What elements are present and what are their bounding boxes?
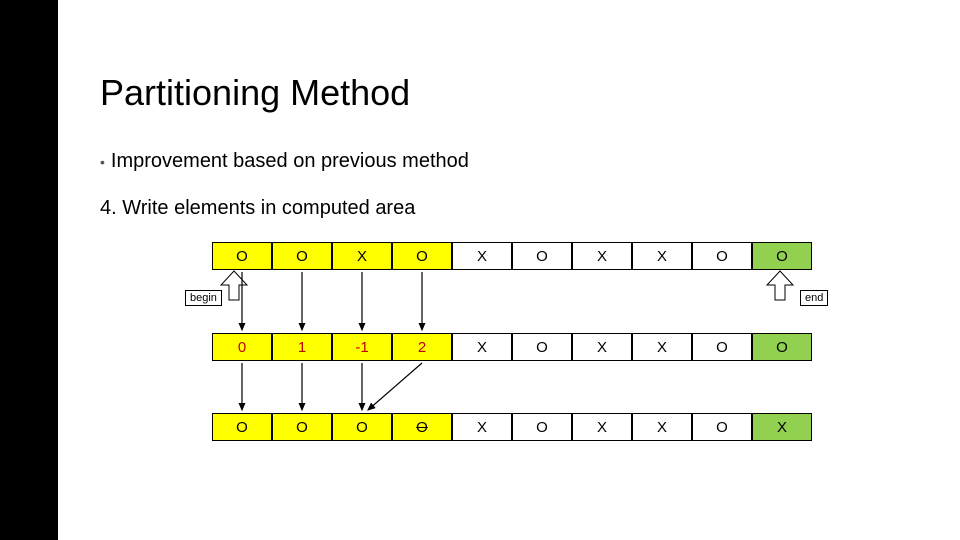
array-row-output: OOOOXOXXOX (212, 413, 812, 441)
cell: O (752, 242, 812, 270)
cell: O (512, 413, 572, 441)
cell: O (272, 242, 332, 270)
cell: O (212, 242, 272, 270)
cell: 0 (212, 333, 272, 361)
cell: X (572, 413, 632, 441)
slide: Partitioning Method •Improvement based o… (0, 0, 960, 540)
array-row-offsets: 01-12XOXXOO (212, 333, 812, 361)
cell: O (692, 242, 752, 270)
cell: X (632, 413, 692, 441)
bullet-line: •Improvement based on previous method (100, 150, 469, 173)
cell: O (332, 413, 392, 441)
cell: -1 (332, 333, 392, 361)
cell: O (272, 413, 332, 441)
cell: O (752, 333, 812, 361)
step-text: 4. Write elements in computed area (100, 197, 415, 220)
side-stripe (0, 0, 58, 540)
cell: X (632, 242, 692, 270)
cell: X (332, 242, 392, 270)
cell: X (452, 333, 512, 361)
cell: X (572, 242, 632, 270)
cell: O (392, 242, 452, 270)
cell: O (692, 333, 752, 361)
slide-title: Partitioning Method (100, 72, 410, 114)
cell: O (512, 333, 572, 361)
cell: X (632, 333, 692, 361)
cell: X (752, 413, 812, 441)
cell: X (452, 413, 512, 441)
bullet-text: Improvement based on previous method (111, 150, 469, 172)
label-begin: begin (185, 290, 222, 306)
cell: O (512, 242, 572, 270)
label-end: end (800, 290, 828, 306)
cell: 1 (272, 333, 332, 361)
cell: 2 (392, 333, 452, 361)
cell: X (572, 333, 632, 361)
cell: O (692, 413, 752, 441)
bullet-dot-icon: • (100, 154, 111, 170)
cell: O (392, 413, 452, 441)
array-row-input: OOXOXOXXOO (212, 242, 812, 270)
cell: O (212, 413, 272, 441)
cell: X (452, 242, 512, 270)
